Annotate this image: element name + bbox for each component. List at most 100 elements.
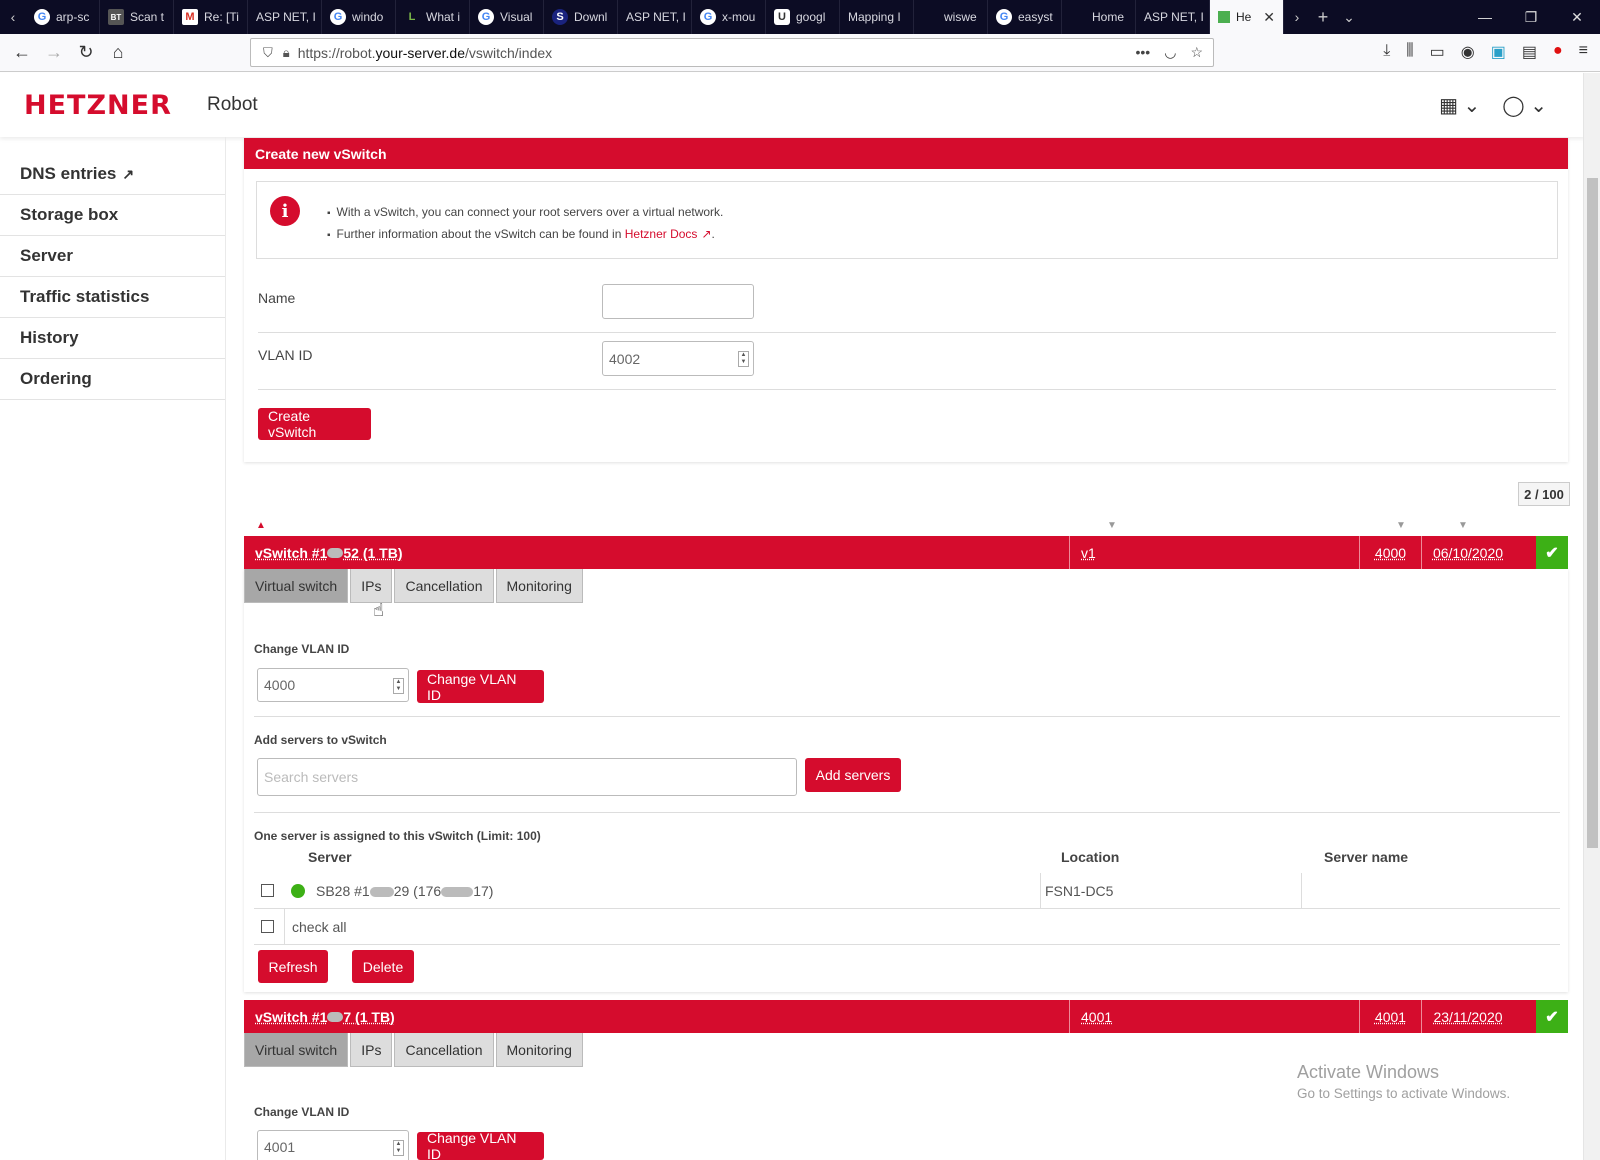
hetzner-docs-link[interactable]: Hetzner Docs <box>625 227 698 241</box>
sort-asc-icon[interactable]: ▲ <box>256 520 266 531</box>
tab-virtual-switch[interactable]: Virtual switch <box>244 1033 349 1067</box>
vswitch-date-cell[interactable]: 06/10/2020 <box>1421 536 1514 569</box>
new-tab-icon[interactable]: + <box>1310 7 1336 28</box>
user-icon[interactable]: ◯ ⌄ <box>1502 93 1547 118</box>
stepper-icon[interactable]: ▲ ▼ <box>393 1140 404 1156</box>
bookmark-star-icon[interactable]: ☆ <box>1190 44 1203 61</box>
hetzner-logo[interactable]: HETZNER <box>24 90 172 121</box>
browser-tab[interactable]: ASP NET, I <box>618 0 692 34</box>
scrollbar-thumb[interactable] <box>1587 178 1598 848</box>
sidebar-item-ordering[interactable]: Ordering <box>0 359 225 400</box>
browser-tab[interactable]: G Visual <box>470 0 544 34</box>
back-icon[interactable]: ← <box>6 42 38 63</box>
url-bar[interactable]: ⛉ 🔒︎ https://robot. your-server.de/vswitc… <box>250 38 1214 67</box>
sidebar-icon[interactable]: ▭ <box>1430 42 1445 62</box>
browser-tab[interactable]: ASP NET, I <box>248 0 322 34</box>
vswitch-date-cell[interactable]: 23/11/2020 <box>1421 1000 1514 1033</box>
tab-cancellation[interactable]: Cancellation <box>394 569 494 603</box>
library-icon[interactable]: ⫼ <box>1406 42 1413 62</box>
apps-grid-icon[interactable]: ▦ ⌄ <box>1439 93 1480 118</box>
refresh-button[interactable]: Refresh <box>258 950 328 983</box>
page-scrollbar[interactable] <box>1583 73 1600 1160</box>
browser-tab[interactable]: Gwindo <box>322 0 396 34</box>
forward-icon[interactable]: → <box>38 42 70 63</box>
sidebar: DNS entries ↗ Storage box Server Traffic … <box>0 154 225 400</box>
change-vlan-button[interactable]: Change VLAN ID <box>417 1130 544 1160</box>
tab-label: Visual <box>500 10 533 24</box>
browser-tab[interactable]: BT Scan t <box>100 0 174 34</box>
tab-list-icon[interactable]: ⌄ <box>1336 9 1362 26</box>
tab-ips[interactable]: IPs <box>350 1033 393 1067</box>
sort-desc-icon[interactable]: ▼ <box>1396 520 1406 531</box>
change-vlan-input[interactable]: 4000 ▲ ▼ <box>257 668 409 702</box>
vswitch-row[interactable]: vSwitch #1 7 (1 TB) 4001 4001 23/11/2020 … <box>244 1000 1568 1033</box>
vswitch-name[interactable]: vSwitch #1 52 (1 TB) <box>244 536 1069 569</box>
browser-tab[interactable]: M Re: [Ti <box>174 0 248 34</box>
tab-virtual-switch[interactable]: Virtual switch <box>244 569 349 603</box>
vswitch-name[interactable]: vSwitch #1 7 (1 TB) <box>244 1000 1069 1033</box>
server-checkbox[interactable] <box>261 884 274 897</box>
browser-tab-active[interactable]: He ✕ <box>1210 0 1284 34</box>
vlan-id-input[interactable]: 4002 ▲ ▼ <box>602 341 754 376</box>
redacted-blur <box>441 887 474 898</box>
reload-icon[interactable]: ↻ <box>70 42 102 63</box>
tab-close-icon[interactable]: ✕ <box>1263 9 1275 26</box>
name-row: Name <box>258 276 1556 333</box>
search-servers-input[interactable]: Search servers <box>257 758 797 796</box>
opera-icon[interactable]: ● <box>1553 42 1563 62</box>
tab-cancellation[interactable]: Cancellation <box>394 1033 494 1067</box>
tab-ips[interactable]: IPs <box>350 569 393 603</box>
shield-icon[interactable]: ⛉ <box>263 45 273 61</box>
home-icon[interactable]: ⌂ <box>102 42 134 63</box>
sidebar-item-server[interactable]: Server <box>0 236 225 277</box>
vswitch-vlan-cell[interactable]: 4000 <box>1359 536 1421 569</box>
sort-desc-icon[interactable]: ▼ <box>1458 520 1468 531</box>
change-vlan-input[interactable]: 4001 ▲ ▼ <box>257 1130 409 1160</box>
sidebar-item-dns-entries[interactable]: DNS entries ↗ <box>0 154 225 195</box>
vswitch-field-cell[interactable]: v1 <box>1069 536 1359 569</box>
name-input[interactable] <box>602 284 754 319</box>
minimize-icon[interactable]: — <box>1462 9 1508 26</box>
folder-icon[interactable]: ▤ <box>1522 42 1537 62</box>
browser-tab[interactable]: L What i <box>396 0 470 34</box>
account-icon[interactable]: ◉ <box>1461 42 1475 62</box>
check-all-checkbox[interactable] <box>261 920 274 933</box>
tab-monitoring[interactable]: Monitoring <box>495 1033 583 1067</box>
save-icon[interactable]: ▣ <box>1491 42 1506 62</box>
restore-icon[interactable]: ❐ <box>1508 9 1554 26</box>
browser-tab[interactable]: S Downl <box>544 0 618 34</box>
browser-tab[interactable]: wiswe <box>914 0 988 34</box>
browser-tab[interactable]: ASP NET, I <box>1136 0 1210 34</box>
tab-label: googl <box>796 10 826 24</box>
stepper-icon[interactable]: ▲ ▼ <box>393 678 404 694</box>
browser-tab[interactable]: Home <box>1062 0 1136 34</box>
tab-scroll-left-icon[interactable]: ‹ <box>0 9 26 25</box>
tab-scroll-right-icon[interactable]: › <box>1284 9 1310 25</box>
menu-icon[interactable]: ≡ <box>1579 42 1588 62</box>
vswitch-vlan-cell[interactable]: 4001 <box>1359 1000 1421 1033</box>
browser-tab[interactable]: Ugoogl <box>766 0 840 34</box>
page-actions-icon[interactable]: ••• <box>1136 44 1151 61</box>
lock-icon[interactable]: 🔒︎ <box>283 45 290 61</box>
browser-tab[interactable]: Geasyst <box>988 0 1062 34</box>
vswitch-row[interactable]: vSwitch #1 52 (1 TB) v1 4000 06/10/2020 ✔ <box>244 536 1568 569</box>
server-text-a: SB28 #1 <box>316 883 370 899</box>
change-vlan-button[interactable]: Change VLAN ID <box>417 670 544 703</box>
tab-monitoring[interactable]: Monitoring <box>495 569 583 603</box>
server-cell[interactable]: SB28 #1 29 (176 17) <box>316 883 493 899</box>
browser-tab[interactable]: Gx-mou <box>692 0 766 34</box>
close-window-icon[interactable]: ✕ <box>1554 9 1600 26</box>
sidebar-item-storage-box[interactable]: Storage box <box>0 195 225 236</box>
browser-tab[interactable]: Mapping I <box>840 0 914 34</box>
sidebar-item-history[interactable]: History <box>0 318 225 359</box>
vswitch-field-cell[interactable]: 4001 <box>1069 1000 1359 1033</box>
create-vswitch-button[interactable]: Create vSwitch <box>258 408 371 440</box>
download-icon[interactable]: ⤓ <box>1383 42 1390 62</box>
sort-desc-icon[interactable]: ▼ <box>1107 520 1117 531</box>
browser-tab[interactable]: Garp-sc <box>26 0 100 34</box>
sidebar-item-traffic-statistics[interactable]: Traffic statistics <box>0 277 225 318</box>
stepper-icon[interactable]: ▲ ▼ <box>738 351 749 367</box>
delete-button[interactable]: Delete <box>352 950 414 983</box>
add-servers-button[interactable]: Add servers <box>805 758 901 792</box>
pocket-icon[interactable]: ◡ <box>1164 44 1176 61</box>
